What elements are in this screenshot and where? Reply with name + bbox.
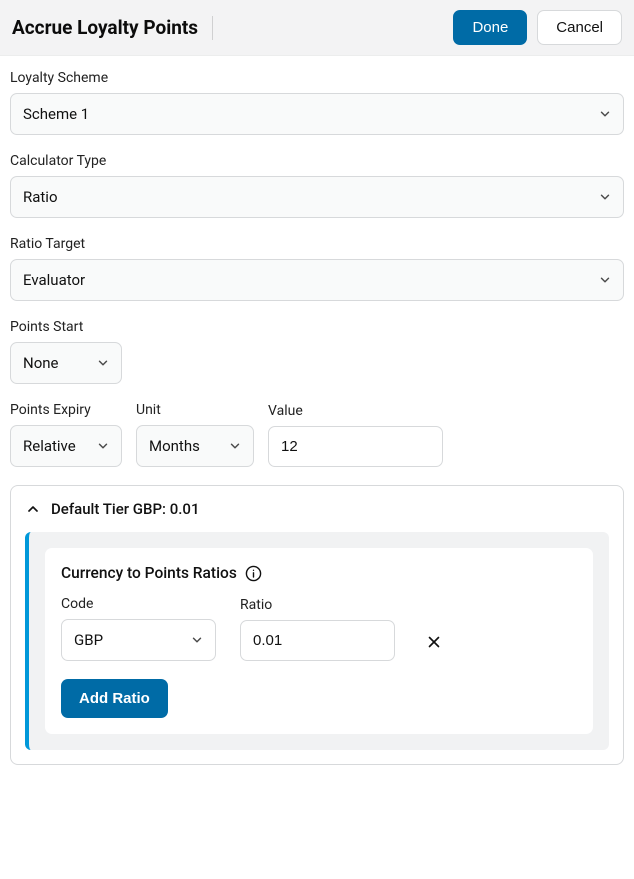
select-value-calculator-type: Ratio <box>10 176 624 218</box>
select-unit[interactable]: Months <box>136 425 254 467</box>
page-title: Accrue Loyalty Points <box>12 16 198 39</box>
select-points-expiry[interactable]: Relative <box>10 425 122 467</box>
content: Loyalty Scheme Scheme 1 Calculator Type … <box>0 56 634 785</box>
ratio-card-title: Currency to Points Ratios <box>61 564 237 582</box>
label-code: Code <box>61 596 216 612</box>
tier-accordion-body: Currency to Points Ratios Code GBP <box>11 532 623 764</box>
select-ratio-target[interactable]: Evaluator <box>10 259 624 301</box>
ratio-card: Currency to Points Ratios Code GBP <box>45 548 593 734</box>
field-ratio: Ratio <box>240 597 395 661</box>
select-value-ratio-target: Evaluator <box>10 259 624 301</box>
label-value: Value <box>268 403 443 419</box>
close-icon <box>425 633 443 651</box>
select-code[interactable]: GBP <box>61 619 216 661</box>
header-actions: Done Cancel <box>453 10 622 45</box>
select-points-start[interactable]: None <box>10 342 122 384</box>
field-points-start: Points Start None <box>10 319 624 384</box>
field-value: Value <box>268 403 443 467</box>
tier-accordion: Default Tier GBP: 0.01 Currency to Point… <box>10 485 624 765</box>
page-header: Accrue Loyalty Points Done Cancel <box>0 0 634 56</box>
chevron-up-icon <box>25 501 41 517</box>
remove-ratio-button[interactable] <box>419 623 449 661</box>
input-ratio[interactable] <box>240 620 395 661</box>
label-ratio: Ratio <box>240 597 395 613</box>
header-left: Accrue Loyalty Points <box>12 16 213 40</box>
label-points-start: Points Start <box>10 319 624 335</box>
select-calculator-type[interactable]: Ratio <box>10 176 624 218</box>
label-calculator-type: Calculator Type <box>10 153 624 169</box>
header-divider <box>212 16 213 40</box>
ratio-row: Code GBP Ratio <box>61 596 577 661</box>
cancel-button[interactable]: Cancel <box>537 10 622 45</box>
field-loyalty-scheme: Loyalty Scheme Scheme 1 <box>10 70 624 135</box>
field-calculator-type: Calculator Type Ratio <box>10 153 624 218</box>
field-points-expiry: Points Expiry Relative <box>10 402 122 467</box>
tier-accordion-title: Default Tier GBP: 0.01 <box>51 500 199 518</box>
select-value-points-start: None <box>10 342 122 384</box>
label-loyalty-scheme: Loyalty Scheme <box>10 70 624 86</box>
field-code: Code GBP <box>61 596 216 661</box>
field-unit: Unit Months <box>136 402 254 467</box>
ratio-card-title-row: Currency to Points Ratios <box>61 564 577 582</box>
field-ratio-target: Ratio Target Evaluator <box>10 236 624 301</box>
info-icon[interactable] <box>245 565 262 582</box>
label-unit: Unit <box>136 402 254 418</box>
input-value[interactable] <box>268 426 443 467</box>
tier-accordion-header[interactable]: Default Tier GBP: 0.01 <box>11 486 623 532</box>
select-value-unit: Months <box>136 425 254 467</box>
select-value-code: GBP <box>61 619 216 661</box>
tier-panel: Currency to Points Ratios Code GBP <box>25 532 609 750</box>
add-ratio-button[interactable]: Add Ratio <box>61 679 168 718</box>
row-points-expiry: Points Expiry Relative Unit Months Value <box>10 402 624 467</box>
label-points-expiry: Points Expiry <box>10 402 122 418</box>
select-value-points-expiry: Relative <box>10 425 122 467</box>
done-button[interactable]: Done <box>453 10 527 45</box>
select-value-loyalty-scheme: Scheme 1 <box>10 93 624 135</box>
select-loyalty-scheme[interactable]: Scheme 1 <box>10 93 624 135</box>
label-ratio-target: Ratio Target <box>10 236 624 252</box>
